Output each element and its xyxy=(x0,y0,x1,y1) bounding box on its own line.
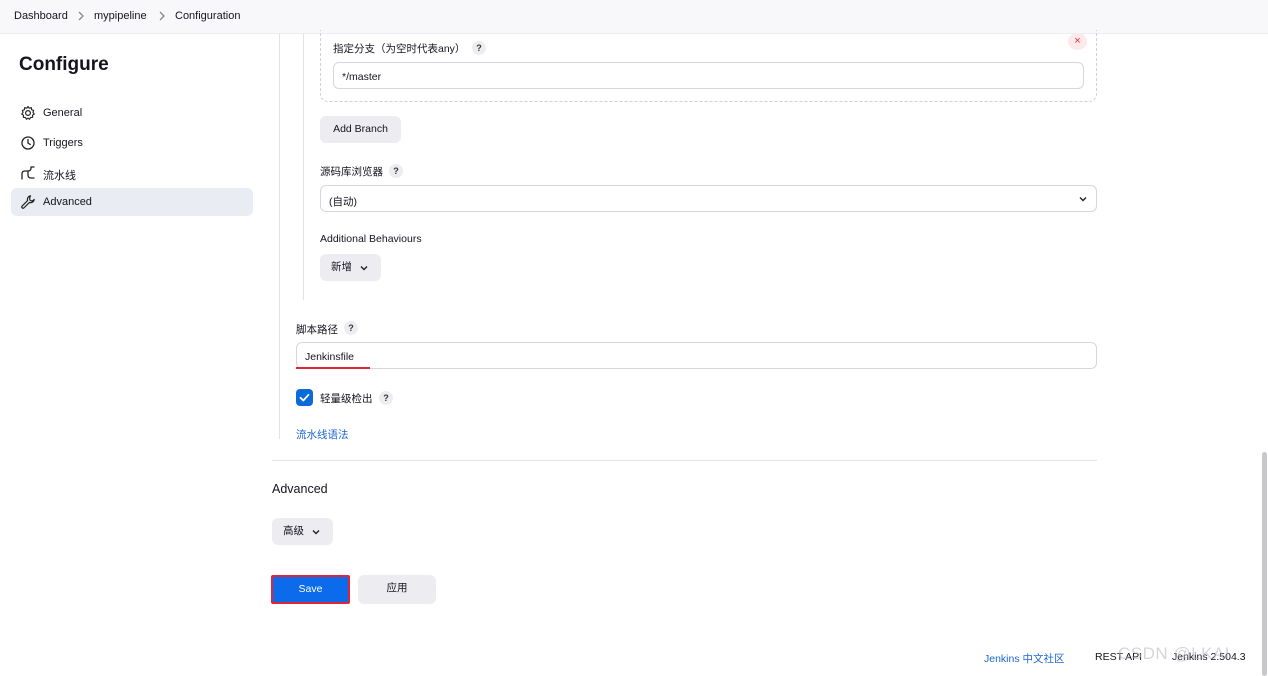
section-guide-line xyxy=(279,34,280,439)
add-branch-button[interactable]: Add Branch xyxy=(320,116,401,143)
branch-specifier-label: 指定分支（为空时代表any） xyxy=(333,43,466,55)
breadcrumb-dashboard[interactable]: Dashboard xyxy=(14,10,68,22)
pipeline-icon xyxy=(21,166,35,180)
section-divider xyxy=(272,460,1097,461)
script-path-label: 脚本路径 xyxy=(296,324,338,336)
checkmark-icon xyxy=(299,393,310,402)
sidebar-item-label: General xyxy=(43,107,83,119)
sidebar-item-pipeline[interactable]: 流水线 xyxy=(11,159,253,187)
page-scrollbar[interactable] xyxy=(1262,452,1267,676)
script-path-underline-annotation xyxy=(296,367,370,369)
repo-browser-label: 源码库浏览器 xyxy=(320,166,383,178)
help-icon[interactable]: ? xyxy=(472,41,486,55)
wrench-icon xyxy=(21,195,35,209)
sidebar-item-advanced[interactable]: Advanced xyxy=(11,188,253,216)
add-behaviour-button[interactable]: 新增 xyxy=(320,254,381,281)
add-behaviour-label: 新增 xyxy=(331,261,352,273)
breadcrumb-configuration[interactable]: Configuration xyxy=(175,10,240,22)
lightweight-checkout-label: 轻量级检出 xyxy=(320,393,373,405)
script-path-input[interactable]: Jenkinsfile xyxy=(296,342,1097,369)
chevron-down-icon xyxy=(1079,197,1087,202)
lightweight-checkout-checkbox[interactable] xyxy=(296,389,313,406)
breadcrumb: Dashboard mypipeline Configuration xyxy=(0,0,1268,34)
sidebar-item-triggers[interactable]: Triggers xyxy=(11,129,253,157)
chevron-down-icon xyxy=(312,530,320,535)
advanced-toggle-button[interactable]: 高级 xyxy=(272,518,333,545)
gear-icon xyxy=(21,105,35,120)
apply-button[interactable]: 应用 xyxy=(358,575,436,604)
watermark: CSDN @LKAI. xyxy=(1118,644,1236,663)
repo-browser-value: (自动) xyxy=(329,196,357,208)
advanced-toggle-label: 高级 xyxy=(283,525,304,537)
sidebar-item-label: Advanced xyxy=(43,196,92,208)
advanced-section-title: Advanced xyxy=(272,482,328,496)
breadcrumb-mypipeline[interactable]: mypipeline xyxy=(94,10,147,22)
help-icon[interactable]: ? xyxy=(344,321,358,335)
help-icon[interactable]: ? xyxy=(389,164,403,178)
branch-specifier-value: */master xyxy=(342,71,382,83)
help-icon[interactable]: ? xyxy=(379,391,393,405)
sidebar-item-general[interactable]: General xyxy=(11,99,253,127)
save-button[interactable]: Save xyxy=(271,575,350,604)
sidebar-item-label: 流水线 xyxy=(43,170,76,182)
clock-icon xyxy=(21,136,35,150)
branch-specifier-input[interactable]: */master xyxy=(333,62,1084,89)
chevron-right-icon xyxy=(78,11,84,21)
chevron-right-icon xyxy=(159,11,165,21)
remove-branch-button[interactable]: × xyxy=(1068,33,1087,50)
sidebar-item-label: Triggers xyxy=(43,137,83,149)
chevron-down-icon xyxy=(360,266,368,271)
additional-behaviours-label: Additional Behaviours xyxy=(320,233,422,245)
repo-browser-select[interactable]: (自动) xyxy=(320,185,1097,212)
page-title: Configure xyxy=(19,54,109,75)
subsection-guide-line xyxy=(303,34,304,300)
script-path-value: Jenkinsfile xyxy=(305,351,355,363)
footer-community-link[interactable]: Jenkins 中文社区 xyxy=(984,651,1065,666)
pipeline-syntax-link[interactable]: 流水线语法 xyxy=(296,427,349,442)
